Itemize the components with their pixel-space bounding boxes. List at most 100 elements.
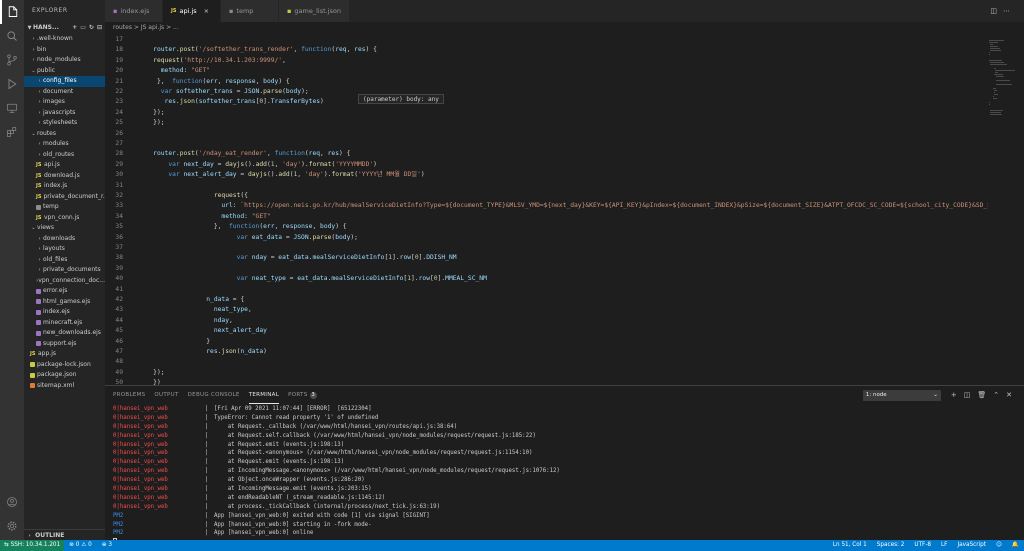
editor-tab[interactable]: ▪ temp bbox=[221, 0, 279, 22]
extensions-icon[interactable] bbox=[0, 120, 24, 144]
editor-tab[interactable]: ▪ game_list.json bbox=[279, 0, 350, 22]
notifications-icon[interactable]: 🔔 bbox=[1007, 540, 1024, 551]
new-file-icon[interactable]: + bbox=[72, 22, 77, 34]
tree-item[interactable]: index.ejs bbox=[24, 307, 105, 318]
log-message: at Request._callback (/var/www/html/hans… bbox=[214, 423, 458, 430]
panel-tab[interactable]: DEBUG CONSOLE bbox=[188, 386, 240, 404]
refresh-icon[interactable]: ↻ bbox=[89, 22, 94, 34]
tree-item[interactable]: › javascripts bbox=[24, 108, 105, 119]
project-header[interactable]: ▼ HANS... + ▭ ↻ ⊟ bbox=[24, 22, 105, 34]
code-text: var next_day = dayjs().add(1, 'day').for… bbox=[168, 160, 377, 168]
new-terminal-icon[interactable]: + bbox=[951, 391, 957, 399]
tree-item[interactable]: support.ejs bbox=[24, 339, 105, 350]
tree-item[interactable]: new_downloads.ejs bbox=[24, 328, 105, 339]
language-mode[interactable]: JavaScript bbox=[952, 540, 991, 551]
tree-item[interactable]: › config_files bbox=[24, 76, 105, 87]
process-name: 0|hansei_vpn_web bbox=[113, 459, 168, 466]
tree-item[interactable]: sitemap.xml bbox=[24, 381, 105, 392]
tree-item[interactable]: › modules bbox=[24, 139, 105, 150]
tree-item[interactable]: JS vpn_conn.js bbox=[24, 213, 105, 224]
trash-icon[interactable]: 🗑 bbox=[977, 391, 986, 399]
tree-item[interactable]: › private_documents bbox=[24, 265, 105, 276]
maximize-panel-icon[interactable]: ⌃ bbox=[993, 391, 999, 399]
more-actions-icon[interactable]: ⋯ bbox=[1003, 7, 1010, 15]
tree-item[interactable]: ⌄ views bbox=[24, 223, 105, 234]
code-editor[interactable]: 17 18 router.post('/softether_trans_rende… bbox=[105, 34, 1024, 385]
run-debug-icon[interactable] bbox=[0, 72, 24, 96]
tree-item[interactable]: package-lock.json bbox=[24, 360, 105, 371]
explorer-icon[interactable] bbox=[0, 0, 24, 24]
tree-item[interactable]: › .well-known bbox=[24, 34, 105, 45]
tree-item[interactable]: › bin bbox=[24, 45, 105, 56]
line-number: 18 bbox=[115, 46, 123, 54]
code-line: 46 } bbox=[105, 337, 990, 347]
feedback-icon[interactable]: ☺ bbox=[991, 540, 1007, 551]
search-icon[interactable] bbox=[0, 24, 24, 48]
minimap[interactable] bbox=[988, 34, 1015, 385]
terminal-line: 0|hansei_vpn_web | at Request.emit (event… bbox=[113, 441, 1014, 450]
breadcrumb[interactable]: routes > JS api.js > ... bbox=[105, 22, 1024, 33]
code-text: var nday = eat_data.mealServiceDietInfo[… bbox=[236, 254, 457, 262]
tree-item[interactable]: › stylesheets bbox=[24, 118, 105, 129]
source-control-icon[interactable] bbox=[0, 48, 24, 72]
ejs-file-icon bbox=[36, 341, 41, 347]
split-editor-icon[interactable]: ◫ bbox=[990, 7, 997, 15]
chevron-right-icon: › bbox=[38, 235, 41, 242]
ports-indicator[interactable]: ⊕ 3 bbox=[97, 540, 117, 551]
tree-item[interactable]: package.json bbox=[24, 370, 105, 381]
cursor-position[interactable]: Ln 51, Col 1 bbox=[828, 540, 872, 551]
end-of-line[interactable]: LF bbox=[936, 540, 952, 551]
problems-indicator[interactable]: ⊗ 0 ⚠ 0 bbox=[64, 540, 97, 551]
tree-item[interactable]: html_games.ejs bbox=[24, 297, 105, 308]
code-text: res.json(softether_trans[0].TransferByte… bbox=[164, 98, 324, 106]
tree-item[interactable]: minecraft.ejs bbox=[24, 318, 105, 329]
minimap-line bbox=[989, 52, 990, 53]
ejs-file-icon bbox=[36, 330, 41, 336]
tree-item[interactable]: › old_routes bbox=[24, 150, 105, 161]
ejs-file-icon bbox=[36, 288, 41, 294]
tree-item[interactable]: temp bbox=[24, 202, 105, 213]
tree-item[interactable]: ⌄ routes bbox=[24, 129, 105, 140]
minimap-line bbox=[994, 90, 997, 91]
tree-item[interactable]: › downloads bbox=[24, 234, 105, 245]
tree-item[interactable]: › images bbox=[24, 97, 105, 108]
panel-tab[interactable]: TERMINAL bbox=[248, 386, 280, 404]
tree-item[interactable]: error.ejs bbox=[24, 286, 105, 297]
editor-tab[interactable]: ▪ index.ejs bbox=[105, 0, 163, 22]
encoding[interactable]: UTF-8 bbox=[909, 540, 936, 551]
tree-item[interactable]: › vpn_connection_doc... bbox=[24, 276, 105, 287]
remote-explorer-icon[interactable] bbox=[0, 96, 24, 120]
collapse-all-icon[interactable]: ⊟ bbox=[97, 22, 102, 34]
process-name: 0|hansei_vpn_web bbox=[113, 414, 168, 421]
tree-item[interactable]: JS download.js bbox=[24, 171, 105, 182]
close-icon[interactable]: × bbox=[204, 0, 209, 22]
accounts-icon[interactable] bbox=[0, 490, 24, 514]
tree-item[interactable]: › layouts bbox=[24, 244, 105, 255]
tree-item[interactable]: JS app.js bbox=[24, 349, 105, 360]
tree-item[interactable]: JS api.js bbox=[24, 160, 105, 171]
tree-item[interactable]: ⌄ public bbox=[24, 66, 105, 77]
tree-item[interactable]: JS private_document_r... bbox=[24, 192, 105, 203]
terminal-output[interactable]: 0|hansei_vpn_web | [Fri Apr 09 2021 11:07:… bbox=[113, 405, 1014, 547]
terminal-select[interactable]: 1: node ⌄ bbox=[862, 389, 941, 401]
process-name: 0|hansei_vpn_web bbox=[113, 503, 168, 510]
chevron-right-icon: › bbox=[32, 57, 35, 63]
settings-gear-icon[interactable] bbox=[0, 514, 24, 538]
tree-item[interactable]: JS index.js bbox=[24, 181, 105, 192]
editor-tab[interactable]: JS api.js × bbox=[163, 0, 221, 22]
remote-indicator[interactable]: ⇆ SSH: 10.34.1.201 bbox=[0, 540, 65, 551]
indentation[interactable]: Spaces: 2 bbox=[872, 540, 910, 551]
panel-tab-label: OUTPUT bbox=[154, 392, 179, 398]
tree-item[interactable]: › node_modules bbox=[24, 55, 105, 66]
tree-item-label: error.ejs bbox=[43, 287, 68, 294]
new-folder-icon[interactable]: ▭ bbox=[80, 22, 86, 34]
panel-tab[interactable]: PROBLEMS bbox=[113, 386, 145, 404]
panel-tab[interactable]: OUTPUT bbox=[154, 386, 178, 404]
tree-item[interactable]: › old_files bbox=[24, 255, 105, 266]
outline-section[interactable]: › OUTLINE bbox=[24, 529, 105, 540]
split-terminal-icon[interactable]: ◫ bbox=[964, 391, 971, 399]
close-panel-icon[interactable]: ✕ bbox=[1006, 391, 1012, 399]
terminal-line: 0|hansei_vpn_web | at Request.emit (event… bbox=[113, 458, 1014, 467]
tree-item[interactable]: › document bbox=[24, 87, 105, 98]
panel-tab[interactable]: PORTS 3 bbox=[288, 386, 317, 404]
